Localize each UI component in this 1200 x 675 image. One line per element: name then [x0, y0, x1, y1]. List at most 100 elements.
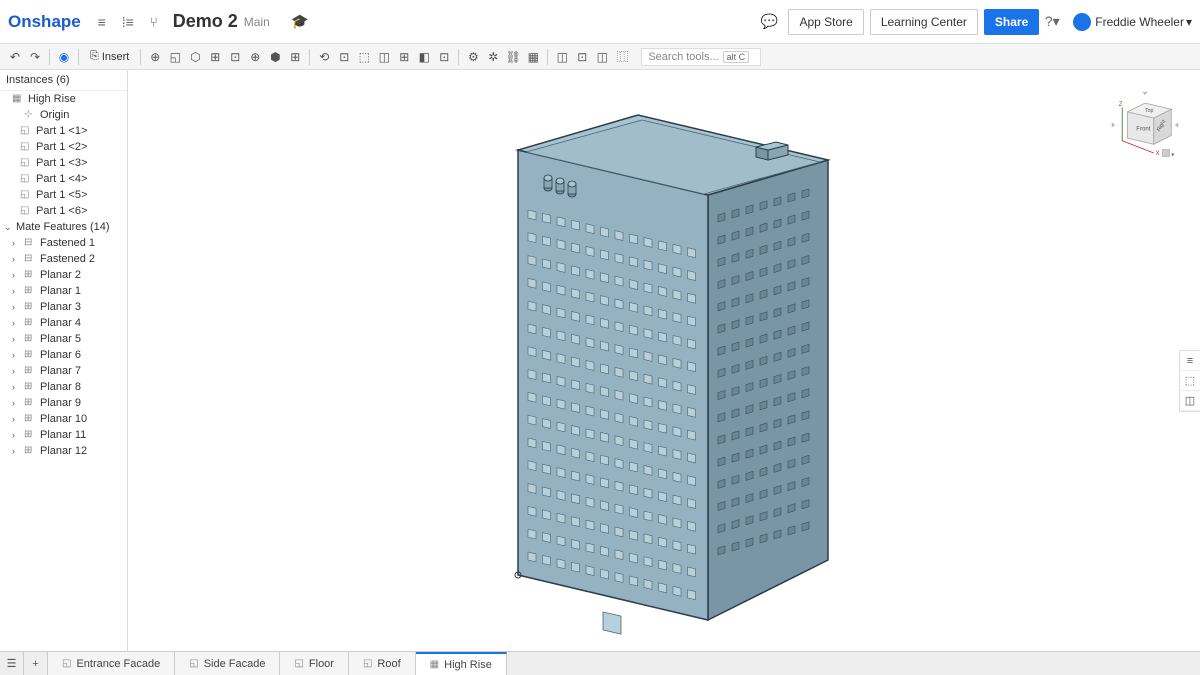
learning-center-button[interactable]: Learning Center: [870, 9, 978, 35]
tree-mate[interactable]: ›⊞Planar 12: [0, 443, 127, 459]
assembly-icon: ▦: [430, 659, 439, 670]
planar-icon: ⊞: [24, 269, 36, 281]
planar-icon: ⊞: [24, 349, 36, 361]
sketch-icon[interactable]: ◉: [55, 48, 73, 66]
panel-toggle-icon[interactable]: ≡: [1180, 351, 1200, 371]
tool-icon-4[interactable]: ⊞: [206, 48, 224, 66]
tree-part[interactable]: ◱Part 1 <3>: [0, 155, 127, 171]
part-icon: ◱: [20, 141, 32, 153]
tab-high-rise[interactable]: ▦High Rise: [416, 652, 507, 675]
tree-part[interactable]: ◱Part 1 <4>: [0, 171, 127, 187]
tree-mate[interactable]: ›⊞Planar 3: [0, 299, 127, 315]
tree-mate[interactable]: ›⊞Planar 2: [0, 267, 127, 283]
tree-origin[interactable]: ⊹Origin: [0, 107, 127, 123]
add-tab-icon[interactable]: +: [24, 652, 48, 675]
viewport-3d[interactable]: Front Right Top Z X ▾ ≡ ⬚ ◫: [128, 70, 1200, 651]
tree-mate[interactable]: ›⊞Planar 8: [0, 379, 127, 395]
part-studio-icon: ◱: [62, 658, 71, 669]
tree-mate[interactable]: ›⊟Fastened 1: [0, 235, 127, 251]
display-mode-icon[interactable]: ⬚: [1180, 371, 1200, 391]
tool-icon-14[interactable]: ◧: [415, 48, 433, 66]
comment-icon[interactable]: 💬: [759, 12, 779, 32]
tool-icon-1[interactable]: ⊕: [146, 48, 164, 66]
isolate-icon[interactable]: ◫: [1180, 391, 1200, 411]
tab-floor[interactable]: ◱Floor: [280, 652, 349, 675]
tool-icon-5[interactable]: ⊡: [226, 48, 244, 66]
user-menu[interactable]: Freddie Wheeler ▾: [1073, 13, 1192, 31]
graduation-icon[interactable]: 🎓: [290, 12, 310, 32]
branch-icon[interactable]: ⑂: [144, 12, 164, 32]
part-studio-icon: ◱: [189, 658, 198, 669]
tab-roof[interactable]: ◱Roof: [349, 652, 416, 675]
document-title[interactable]: Demo 2: [173, 11, 238, 32]
tree-mate[interactable]: ›⊞Planar 7: [0, 363, 127, 379]
tab-entrance-facade[interactable]: ◱Entrance Facade: [48, 652, 175, 675]
tree-mate[interactable]: ›⊞Planar 4: [0, 315, 127, 331]
tool-icon-19[interactable]: ▦: [524, 48, 542, 66]
tool-icon-23[interactable]: ⿲: [613, 48, 631, 66]
tree-mate[interactable]: ›⊞Planar 6: [0, 347, 127, 363]
tab-menu-icon[interactable]: ☰: [0, 652, 24, 675]
chevron-right-icon: ›: [12, 238, 22, 248]
tree-part[interactable]: ◱Part 1 <5>: [0, 187, 127, 203]
fastened-icon: ⊟: [24, 237, 36, 249]
chevron-right-icon: ›: [12, 414, 22, 424]
tree-part[interactable]: ◱Part 1 <1>: [0, 123, 127, 139]
help-icon[interactable]: ?▾: [1042, 12, 1062, 32]
tree-mate[interactable]: ›⊞Planar 10: [0, 411, 127, 427]
branch-label[interactable]: Main: [244, 15, 270, 29]
tool-icon-18[interactable]: ⛓: [504, 48, 522, 66]
tool-icon-2[interactable]: ◱: [166, 48, 184, 66]
search-tools-input[interactable]: Search tools... alt C: [641, 48, 761, 66]
part-studio-icon: ◱: [363, 658, 372, 669]
fastened-icon: ⊟: [24, 253, 36, 265]
chevron-right-icon: ›: [12, 286, 22, 296]
tool-icon-17[interactable]: ✲: [484, 48, 502, 66]
chevron-right-icon: ›: [12, 302, 22, 312]
svg-text:Front: Front: [1136, 125, 1151, 132]
tree-mate[interactable]: ›⊞Planar 5: [0, 331, 127, 347]
instances-header[interactable]: Instances (6): [0, 70, 127, 91]
tool-icon-22[interactable]: ◫: [593, 48, 611, 66]
app-store-button[interactable]: App Store: [788, 9, 863, 35]
tree-mate[interactable]: ›⊟Fastened 2: [0, 251, 127, 267]
svg-text:X: X: [1156, 150, 1160, 157]
tool-icon-9[interactable]: ⟲: [315, 48, 333, 66]
tree-root[interactable]: ▦High Rise: [0, 91, 127, 107]
tool-icon-3[interactable]: ⬡: [186, 48, 204, 66]
tab-side-facade[interactable]: ◱Side Facade: [175, 652, 280, 675]
insert-button[interactable]: ⎘Insert: [84, 48, 135, 65]
part-icon: ◱: [20, 189, 32, 201]
tree-mate[interactable]: ›⊞Planar 11: [0, 427, 127, 443]
tool-icon-13[interactable]: ⊞: [395, 48, 413, 66]
tool-icon-16[interactable]: ⚙: [464, 48, 482, 66]
model-3d[interactable]: [508, 100, 948, 660]
tool-icon-6[interactable]: ⊕: [246, 48, 264, 66]
tree-mate[interactable]: ›⊞Planar 1: [0, 283, 127, 299]
planar-icon: ⊞: [24, 381, 36, 393]
tree-icon[interactable]: ⁞≡: [118, 12, 138, 32]
mate-features-header[interactable]: ⌄Mate Features (14): [0, 219, 127, 235]
tree-part[interactable]: ◱Part 1 <2>: [0, 139, 127, 155]
tool-icon-7[interactable]: ⬢: [266, 48, 284, 66]
redo-icon[interactable]: ↷: [26, 48, 44, 66]
search-placeholder: Search tools...: [648, 51, 718, 63]
share-button[interactable]: Share: [984, 9, 1039, 35]
chevron-right-icon: ›: [12, 350, 22, 360]
tree-part[interactable]: ◱Part 1 <6>: [0, 203, 127, 219]
view-cube[interactable]: Front Right Top Z X ▾: [1110, 90, 1180, 160]
tool-icon-10[interactable]: ⊡: [335, 48, 353, 66]
tool-icon-15[interactable]: ⊡: [435, 48, 453, 66]
tool-icon-8[interactable]: ⊞: [286, 48, 304, 66]
undo-icon[interactable]: ↶: [6, 48, 24, 66]
tool-icon-12[interactable]: ◫: [375, 48, 393, 66]
tool-icon-11[interactable]: ⬚: [355, 48, 373, 66]
part-icon: ◱: [20, 157, 32, 169]
logo[interactable]: Onshape: [8, 12, 81, 32]
planar-icon: ⊞: [24, 445, 36, 457]
tool-icon-20[interactable]: ◫: [553, 48, 571, 66]
user-name: Freddie Wheeler: [1095, 15, 1184, 29]
tool-icon-21[interactable]: ⊡: [573, 48, 591, 66]
hamburger-icon[interactable]: ≡: [92, 12, 112, 32]
tree-mate[interactable]: ›⊞Planar 9: [0, 395, 127, 411]
